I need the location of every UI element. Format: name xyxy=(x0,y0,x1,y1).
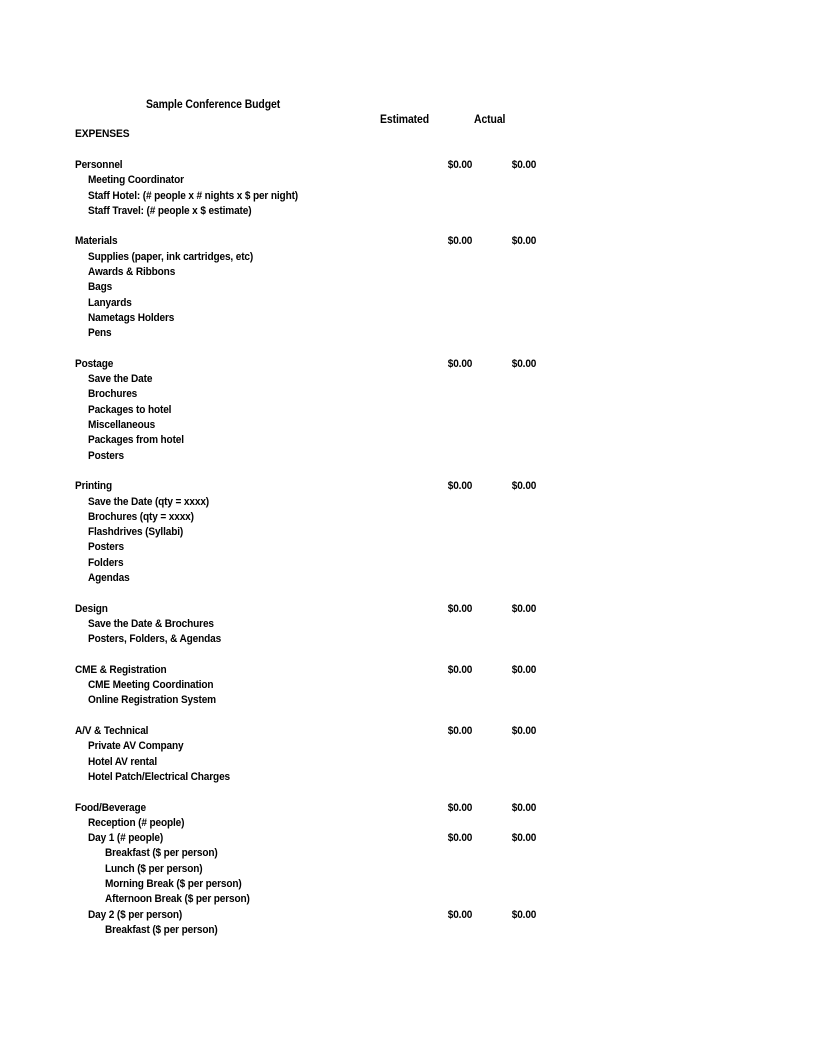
budget-line-item-label: Breakfast ($ per person) xyxy=(105,847,218,859)
budget-document-page: Sample Conference Budget Estimated Actua… xyxy=(0,0,817,1057)
budget-line-item-label: Reception (# people) xyxy=(88,817,185,829)
budget-category-label: Design xyxy=(75,603,108,615)
page-title: Sample Conference Budget xyxy=(146,98,281,111)
estimated-amount: $0.00 xyxy=(447,358,472,370)
actual-amount: $0.00 xyxy=(511,235,536,247)
budget-line-item-label: Afternoon Break ($ per person) xyxy=(105,893,250,905)
budget-line-item-label: Nametags Holders xyxy=(88,312,175,324)
budget-line-item-label: Posters, Folders, & Agendas xyxy=(88,633,222,645)
budget-line-item-label: Lunch ($ per person) xyxy=(105,863,203,875)
budget-category-label: A/V & Technical xyxy=(75,725,149,737)
column-header-actual: Actual xyxy=(474,113,506,126)
budget-line-item-label: Lanyards xyxy=(88,297,132,309)
budget-line-item-label: Brochures (qty = xxxx) xyxy=(88,511,194,523)
budget-line-item-label: Pens xyxy=(88,327,112,339)
budget-line-item-label: Posters xyxy=(88,450,124,462)
actual-amount: $0.00 xyxy=(511,480,536,492)
budget-category-label: CME & Registration xyxy=(75,664,167,676)
estimated-amount: $0.00 xyxy=(447,480,472,492)
budget-line-item-label: Bags xyxy=(88,281,113,293)
budget-line-item-label: Supplies (paper, ink cartridges, etc) xyxy=(88,251,254,263)
estimated-amount: $0.00 xyxy=(447,664,472,676)
budget-line-item-label: Packages from hotel xyxy=(88,434,184,446)
budget-line-item-label: Morning Break ($ per person) xyxy=(105,878,242,890)
actual-amount: $0.00 xyxy=(511,802,536,814)
budget-line-item-label: Agendas xyxy=(88,572,130,584)
budget-line-item-label: Hotel Patch/Electrical Charges xyxy=(88,771,231,783)
budget-category-label: Printing xyxy=(75,480,112,492)
budget-line-item-label: Breakfast ($ per person) xyxy=(105,924,218,936)
budget-category-label: Materials xyxy=(75,235,118,247)
actual-amount: $0.00 xyxy=(511,358,536,370)
budget-line-item-label: Folders xyxy=(88,557,124,569)
budget-line-item-label: Miscellaneous xyxy=(88,419,156,431)
budget-line-item-label: Flashdrives (Syllabi) xyxy=(88,526,184,538)
budget-line-item-label: Save the Date xyxy=(88,373,153,385)
budget-line-item-label: Posters xyxy=(88,541,124,553)
budget-line-item-label: Awards & Ribbons xyxy=(88,266,176,278)
estimated-amount: $0.00 xyxy=(447,159,472,171)
estimated-amount: $0.00 xyxy=(447,832,472,844)
budget-category-label: Personnel xyxy=(75,159,123,171)
actual-amount: $0.00 xyxy=(511,159,536,171)
budget-line-item-label: Save the Date & Brochures xyxy=(88,618,214,630)
estimated-amount: $0.00 xyxy=(447,235,472,247)
budget-category-label: Food/Beverage xyxy=(75,802,146,814)
budget-line-item-label: CME Meeting Coordination xyxy=(88,679,214,691)
budget-line-item-label: Online Registration System xyxy=(88,694,216,706)
actual-amount: $0.00 xyxy=(511,909,536,921)
budget-line-item-label: Meeting Coordinator xyxy=(88,174,184,186)
budget-line-item-label: Brochures xyxy=(88,388,138,400)
estimated-amount: $0.00 xyxy=(447,909,472,921)
column-header-estimated: Estimated xyxy=(380,113,430,126)
actual-amount: $0.00 xyxy=(511,603,536,615)
actual-amount: $0.00 xyxy=(511,832,536,844)
budget-line-item-label: Save the Date (qty = xxxx) xyxy=(88,496,210,508)
actual-amount: $0.00 xyxy=(511,664,536,676)
budget-line-item-label: Hotel AV rental xyxy=(88,756,158,768)
expenses-section-label: EXPENSES xyxy=(75,128,130,140)
actual-amount: $0.00 xyxy=(511,725,536,737)
budget-line-item-label: Packages to hotel xyxy=(88,404,172,416)
budget-category-label: Postage xyxy=(75,358,114,370)
estimated-amount: $0.00 xyxy=(447,802,472,814)
budget-line-item-label: Day 2 ($ per person) xyxy=(88,909,183,921)
budget-sheet: Sample Conference Budget Estimated Actua… xyxy=(0,0,817,1057)
budget-line-item-label: Private AV Company xyxy=(88,740,184,752)
estimated-amount: $0.00 xyxy=(447,603,472,615)
estimated-amount: $0.00 xyxy=(447,725,472,737)
budget-line-item-label: Staff Hotel: (# people x # nights x $ pe… xyxy=(88,190,299,202)
budget-line-item-label: Day 1 (# people) xyxy=(88,832,164,844)
budget-line-item-label: Staff Travel: (# people x $ estimate) xyxy=(88,205,252,217)
